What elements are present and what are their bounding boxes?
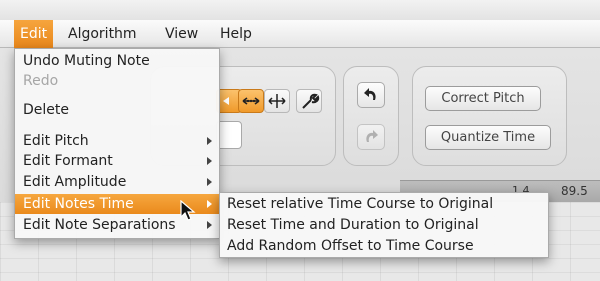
- wrench-icon[interactable]: [296, 89, 322, 113]
- edit-notes-time-submenu: Reset relative Time Course to Original R…: [219, 192, 549, 258]
- resize-icon[interactable]: [264, 89, 290, 113]
- menu-item-delete[interactable]: Delete: [15, 100, 219, 120]
- submenu-item-reset-relative-time-course[interactable]: Reset relative Time Course to Original: [220, 194, 548, 215]
- submenu-arrow-icon: [207, 157, 212, 165]
- submenu-item-add-random-offset[interactable]: Add Random Offset to Time Course: [220, 236, 548, 257]
- window-top-strip: [0, 0, 600, 20]
- submenu-arrow-icon: [207, 200, 212, 208]
- menu-item-label: Edit Pitch: [23, 133, 89, 149]
- submenu-arrow-icon: [207, 178, 212, 186]
- menu-bar: Edit Algorithm View Help: [0, 20, 600, 48]
- menu-item-label: Edit Notes Time: [23, 196, 134, 212]
- menu-item-label: Edit Formant: [23, 153, 113, 169]
- menu-item-undo-muting-note[interactable]: Undo Muting Note: [15, 51, 219, 71]
- menu-help[interactable]: Help: [214, 20, 258, 48]
- submenu-arrow-icon: [207, 221, 212, 229]
- menu-item-edit-pitch[interactable]: Edit Pitch: [15, 131, 219, 151]
- stretch-icon[interactable]: [238, 89, 264, 113]
- menu-edit[interactable]: Edit: [14, 20, 54, 48]
- menu-item-redo: Redo: [23, 73, 59, 89]
- mouse-pointer-icon: [180, 200, 196, 221]
- ruler-value: 89.5: [561, 184, 588, 198]
- quantize-time-button[interactable]: Quantize Time: [425, 125, 551, 150]
- tool-strip: [216, 89, 326, 113]
- menu-item-label: Edit Amplitude: [23, 174, 127, 190]
- menu-algorithm[interactable]: Algorithm: [62, 20, 143, 48]
- redo-arrow-icon: [366, 130, 378, 142]
- redo-button: [357, 124, 385, 150]
- menu-view[interactable]: View: [159, 20, 204, 48]
- submenu-item-reset-time-and-duration[interactable]: Reset Time and Duration to Original: [220, 215, 548, 236]
- undo-arrow-icon: [364, 88, 376, 100]
- correct-pitch-button[interactable]: Correct Pitch: [425, 86, 541, 111]
- submenu-arrow-icon: [207, 137, 212, 145]
- menu-item-edit-formant[interactable]: Edit Formant: [15, 151, 219, 171]
- menu-item-label: Edit Note Separations: [23, 217, 176, 233]
- undo-button[interactable]: [357, 82, 385, 108]
- menu-item-edit-amplitude[interactable]: Edit Amplitude: [15, 172, 219, 192]
- correction-panel: [412, 66, 567, 166]
